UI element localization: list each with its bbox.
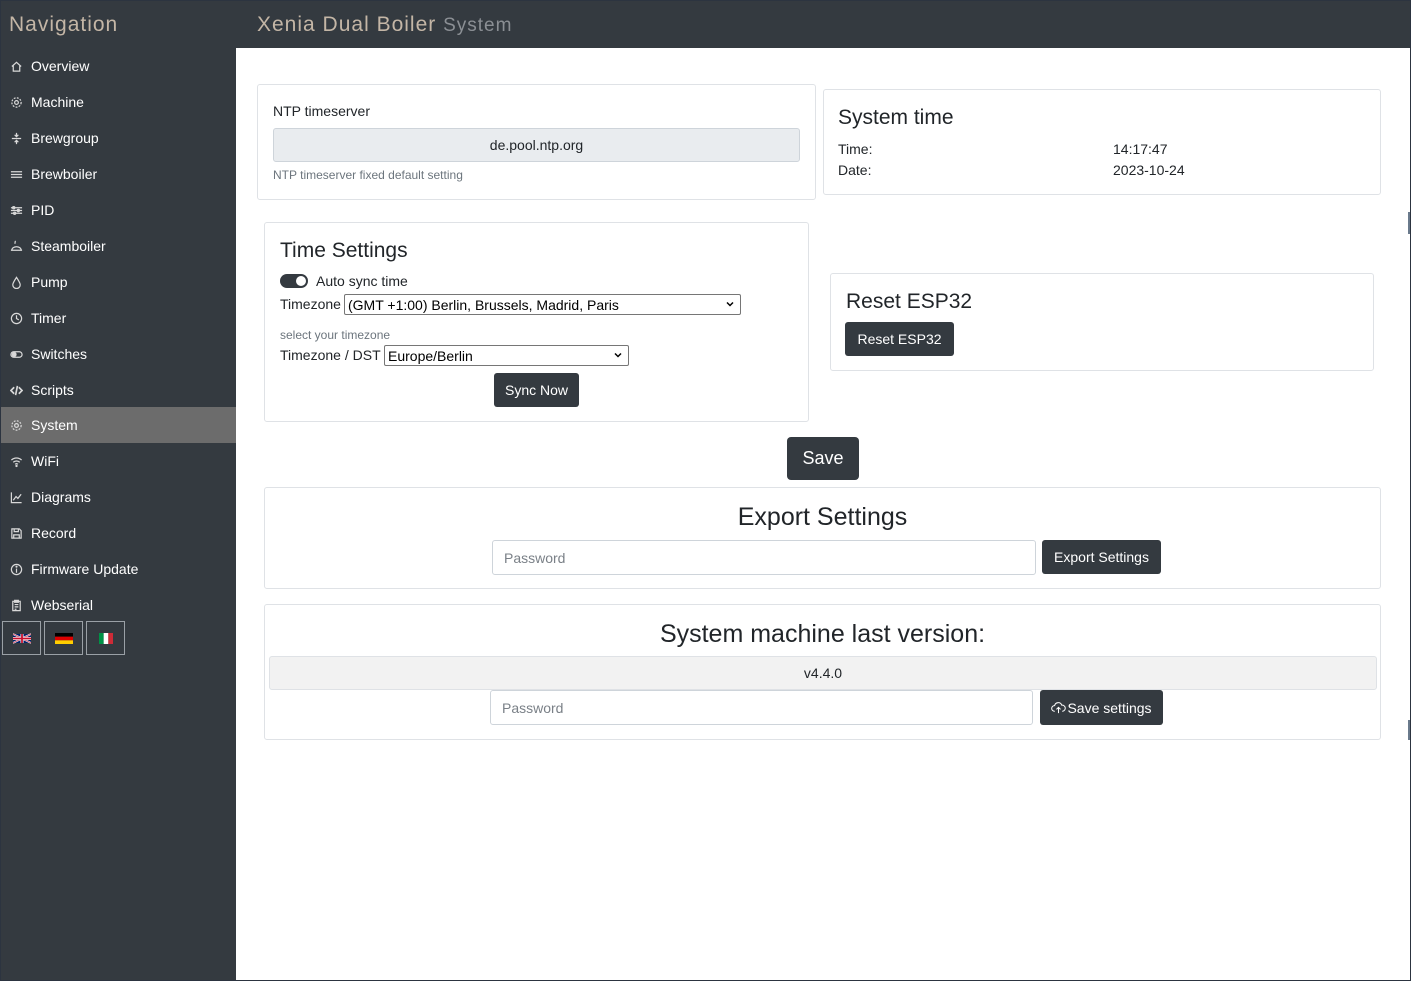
- time-label: Time:: [838, 141, 873, 157]
- clipboard-icon: [9, 598, 23, 612]
- germany-flag-icon[interactable]: [44, 621, 83, 655]
- time-settings-title: Time Settings: [280, 239, 408, 262]
- sidebar-item-record[interactable]: Record: [1, 515, 236, 551]
- sidebar-item-scripts[interactable]: Scripts: [1, 372, 236, 408]
- timezone-select[interactable]: (GMT +1:00) Berlin, Brussels, Madrid, Pa…: [344, 294, 741, 315]
- reset-esp32-button[interactable]: Reset ESP32: [845, 322, 954, 356]
- date-label: Date:: [838, 162, 872, 178]
- machine-name: Xenia Dual Boiler: [257, 13, 437, 36]
- brewgroup-icon: [9, 131, 23, 145]
- chart-icon: [9, 490, 23, 504]
- timezone-label: Timezone: [280, 296, 341, 312]
- export-settings-title: Export Settings: [737, 503, 908, 531]
- reset-esp32-card: Reset ESP32 Reset ESP32: [830, 273, 1374, 371]
- system-version-title: System machine last version:: [659, 620, 986, 648]
- version-password-input[interactable]: [490, 690, 1033, 725]
- sliders-icon: [9, 203, 23, 217]
- save-icon: [9, 526, 23, 540]
- ntp-card: NTP timeserver de.pool.ntp.org NTP times…: [257, 84, 816, 200]
- sidebar: Navigation Overview Machine Brewgroup Br…: [1, 1, 236, 980]
- sidebar-item-label: Machine: [31, 94, 84, 110]
- ntp-server-field: de.pool.ntp.org: [273, 128, 800, 162]
- sidebar-item-label: Pump: [31, 274, 68, 290]
- sidebar-item-timer[interactable]: Timer: [1, 300, 236, 336]
- dst-label: Timezone / DST: [280, 347, 381, 363]
- sidebar-item-pump[interactable]: Pump: [1, 264, 236, 300]
- date-value: 2023-10-24: [1113, 162, 1185, 178]
- sync-now-button[interactable]: Sync Now: [494, 373, 579, 407]
- sidebar-item-label: Brewboiler: [31, 166, 98, 182]
- page-subtitle: System: [443, 15, 513, 36]
- chevron-down-icon: [614, 352, 622, 358]
- page-title: Xenia Dual Boiler System: [257, 13, 512, 37]
- top-header: Xenia Dual Boiler System: [236, 1, 1410, 48]
- save-settings-button[interactable]: Save settings: [1040, 690, 1163, 725]
- italy-flag-icon[interactable]: [86, 621, 125, 655]
- ntp-label: NTP timeserver: [273, 103, 370, 119]
- sidebar-item-label: Webserial: [31, 597, 93, 613]
- version-value: v4.4.0: [269, 656, 1377, 690]
- dst-select[interactable]: Europe/Berlin: [384, 345, 629, 366]
- system-time-card: System time Time: 14:17:47 Date: 2023-10…: [823, 89, 1381, 195]
- export-settings-card: Export Settings Export Settings: [264, 487, 1381, 589]
- info-icon: [9, 562, 23, 576]
- timezone-help-text: select your timezone: [280, 328, 391, 342]
- sidebar-item-webserial[interactable]: Webserial: [1, 587, 236, 623]
- system-version-card: System machine last version: v4.4.0 Save…: [264, 604, 1381, 740]
- boiler-icon: [9, 167, 23, 181]
- sidebar-item-label: PID: [31, 202, 55, 218]
- timezone-selected-value: (GMT +1:00) Berlin, Brussels, Madrid, Pa…: [348, 296, 619, 313]
- system-time-title: System time: [838, 106, 954, 129]
- sidebar-item-label: Steamboiler: [31, 238, 106, 254]
- home-icon: [9, 59, 23, 73]
- sidebar-item-label: Scripts: [31, 382, 74, 398]
- sidebar-item-label: Timer: [31, 310, 67, 326]
- sidebar-item-machine[interactable]: Machine: [1, 84, 236, 120]
- sidebar-item-brewgroup[interactable]: Brewgroup: [1, 120, 236, 156]
- sidebar-item-label: Diagrams: [31, 489, 91, 505]
- code-icon: [9, 383, 23, 397]
- time-settings-card: Time Settings Auto sync time Timezone (G…: [264, 222, 809, 422]
- sidebar-item-label: Firmware Update: [31, 561, 139, 577]
- sidebar-item-brewboiler[interactable]: Brewboiler: [1, 156, 236, 192]
- gear-icon: [9, 95, 23, 109]
- sidebar-item-diagrams[interactable]: Diagrams: [1, 479, 236, 515]
- export-settings-button[interactable]: Export Settings: [1042, 540, 1161, 574]
- uk-flag-icon[interactable]: [2, 621, 41, 655]
- steam-icon: [9, 239, 23, 253]
- save-settings-label: Save settings: [1067, 699, 1152, 716]
- sidebar-item-label: Overview: [31, 58, 90, 74]
- save-button[interactable]: Save: [787, 437, 859, 480]
- sidebar-item-label: Switches: [31, 346, 88, 362]
- sidebar-item-wifi[interactable]: WiFi: [1, 443, 236, 479]
- cloud-upload-icon: [1051, 702, 1067, 714]
- sidebar-item-overview[interactable]: Overview: [1, 48, 236, 84]
- language-selector: [2, 621, 125, 655]
- sidebar-item-switches[interactable]: Switches: [1, 336, 236, 372]
- chevron-down-icon: [726, 301, 734, 307]
- gear-icon: [9, 418, 23, 432]
- sidebar-item-firmware-update[interactable]: Firmware Update: [1, 551, 236, 587]
- sidebar-item-label: Record: [31, 525, 77, 541]
- window-edge-mark: [1408, 212, 1410, 234]
- window-edge-mark: [1408, 720, 1410, 740]
- toggle-icon: [9, 347, 23, 361]
- time-value: 14:17:47: [1113, 141, 1168, 157]
- clock-icon: [9, 311, 23, 325]
- auto-sync-label: Auto sync time: [316, 273, 408, 289]
- dst-selected-value: Europe/Berlin: [388, 347, 473, 364]
- wifi-icon: [9, 454, 23, 468]
- sidebar-item-system[interactable]: System: [1, 407, 236, 443]
- sidebar-item-label: WiFi: [31, 453, 59, 469]
- ntp-help-text: NTP timeserver fixed default setting: [273, 168, 463, 182]
- auto-sync-toggle[interactable]: [280, 274, 308, 288]
- sidebar-item-label: System: [31, 417, 78, 433]
- reset-esp32-title: Reset ESP32: [846, 290, 973, 313]
- sidebar-title: Navigation: [9, 13, 119, 36]
- export-password-input[interactable]: [492, 540, 1036, 575]
- sidebar-item-pid[interactable]: PID: [1, 192, 236, 228]
- sidebar-item-steamboiler[interactable]: Steamboiler: [1, 228, 236, 264]
- sidebar-item-label: Brewgroup: [31, 130, 99, 146]
- droplet-icon: [9, 275, 23, 289]
